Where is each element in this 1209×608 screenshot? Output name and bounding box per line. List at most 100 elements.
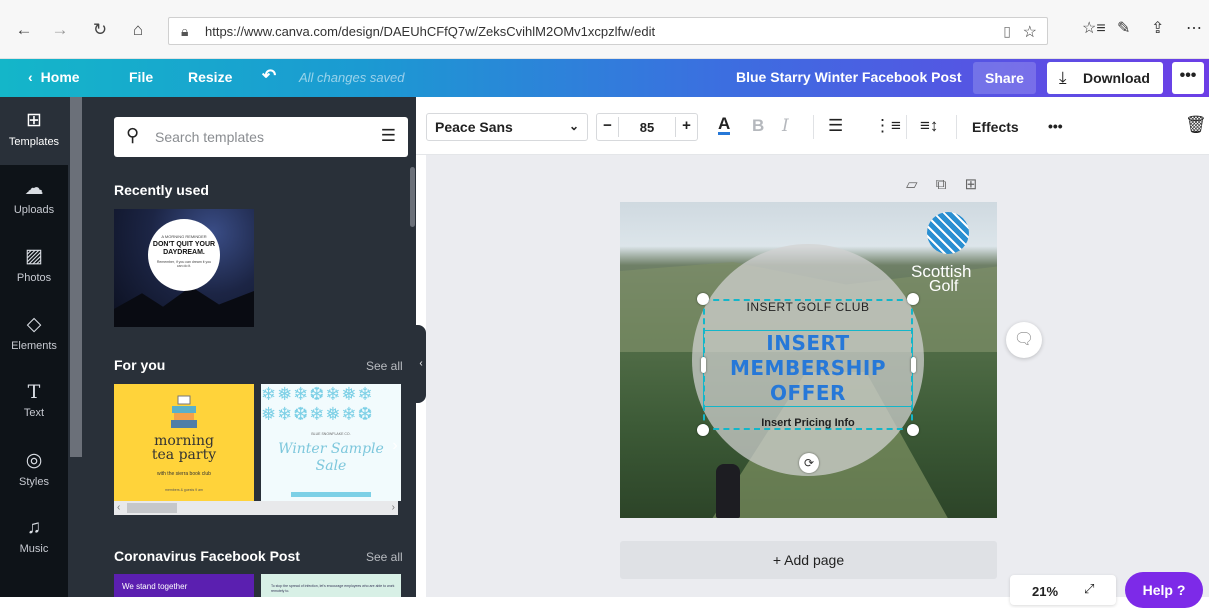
resize-handle-top-left[interactable] <box>697 293 709 305</box>
add-page-button[interactable]: + Add page <box>620 541 997 579</box>
editor-header: ‹ Home File Resize ↶ All changes saved Bl… <box>0 59 1209 97</box>
templates-icon: ⊞ <box>26 110 42 131</box>
font-size-stepper[interactable]: − 85 + <box>596 113 698 141</box>
download-icon: ⤓ <box>1059 68 1067 87</box>
nav-elements[interactable]: ◇ Elements <box>0 301 68 369</box>
page-tools: ▱ ⧉ ⊞ <box>906 175 977 193</box>
search-templates-input[interactable]: ⚲ Search templates ☰ <box>114 117 408 157</box>
forward-arrow-icon[interactable]: → <box>48 18 72 42</box>
template-daydream[interactable]: A MORNING REMINDER DON'T QUIT YOUR DAYDR… <box>114 209 254 327</box>
shapes-icon: ◇ <box>26 314 42 335</box>
add-comment-icon[interactable]: 🗨︎ <box>1006 322 1042 358</box>
text-icon: T <box>27 381 41 403</box>
scroll-thumb[interactable] <box>127 503 177 513</box>
align-center-icon[interactable]: ☰ <box>828 116 843 136</box>
save-status: All changes saved <box>299 70 405 85</box>
rotate-icon[interactable]: ⟳ <box>799 453 819 473</box>
coronavirus-heading: Coronavirus Facebook Post <box>114 548 300 564</box>
more-icon[interactable]: ⋯ <box>1186 18 1202 38</box>
offer-line-1[interactable]: INSERT <box>703 331 913 355</box>
font-family-select[interactable]: Peace Sans ⌄ <box>426 113 588 141</box>
decrease-size-button[interactable]: − <box>597 117 619 137</box>
effects-button[interactable]: Effects <box>972 119 1019 135</box>
recently-used-heading: Recently used <box>114 182 209 198</box>
nav-uploads[interactable]: ☁ Uploads <box>0 165 68 233</box>
see-all-coronavirus[interactable]: See all <box>366 550 403 564</box>
nav-templates[interactable]: ⊞ Templates <box>0 97 68 165</box>
increase-size-button[interactable]: + <box>675 117 697 137</box>
add-page-icon[interactable]: ⊞ <box>965 176 978 193</box>
side-nav-scrollbar[interactable] <box>68 97 84 597</box>
expand-icon[interactable]: ⤢ <box>1084 581 1094 597</box>
file-menu[interactable]: File <box>129 69 153 85</box>
scroll-right-icon[interactable]: › <box>392 501 395 515</box>
resize-handle-left[interactable] <box>701 357 706 373</box>
carousel-scrollbar[interactable]: ‹ › <box>114 501 398 515</box>
zoom-control[interactable]: 21% ⤢ <box>1010 575 1116 605</box>
share-button[interactable]: Share <box>973 62 1036 94</box>
collapse-panel-button[interactable]: ‹ <box>416 325 426 403</box>
resize-handle-top-right[interactable] <box>907 293 919 305</box>
text-color-icon[interactable]: A <box>718 115 731 135</box>
download-button[interactable]: ⤓ Download <box>1047 62 1163 94</box>
nav-text[interactable]: T Text <box>0 369 68 437</box>
filter-icon[interactable]: ☰ <box>381 126 396 146</box>
trash-icon[interactable]: 🗑︎ <box>1185 115 1207 135</box>
snowflake-icon: ❄❅❄❆❄❅❄ ❅❄❆❄❅❄❆ <box>261 384 374 424</box>
address-bar[interactable]: 🔒︎ https://www.canva.com/design/DAEUhCFf… <box>168 17 1048 45</box>
see-all-for-you[interactable]: See all <box>366 359 403 373</box>
pen-icon[interactable]: ✎ <box>1117 18 1130 38</box>
scroll-left-icon[interactable]: ‹ <box>117 501 120 515</box>
pricing-text[interactable]: Insert Pricing Info <box>703 417 913 429</box>
favorites-icon[interactable]: ☆≡ <box>1082 18 1106 38</box>
chevron-left-icon: ‹ <box>28 69 33 85</box>
scroll-thumb[interactable] <box>410 167 415 227</box>
design-title[interactable]: Blue Starry Winter Facebook Post <box>736 69 961 85</box>
browser-toolbar: ← → ↻ ⌂ 🔒︎ https://www.canva.com/design/… <box>0 0 1209 59</box>
note-icon[interactable]: ▱ <box>906 176 918 193</box>
undo-icon[interactable]: ↶ <box>262 66 276 86</box>
template-covid-2[interactable]: To stop the spread of infection, let's e… <box>261 574 401 597</box>
resize-handle-right[interactable] <box>911 357 916 373</box>
nav-photos[interactable]: ▨ Photos <box>0 233 68 301</box>
more-options-button[interactable]: ••• <box>1172 62 1204 94</box>
photo-icon: ▨ <box>25 246 43 267</box>
nav-styles[interactable]: ◎ Styles <box>0 437 68 505</box>
for-you-heading: For you <box>114 357 166 373</box>
template-winter-sale[interactable]: ❄❅❄❆❄❅❄ ❅❄❆❄❅❄❆ BLUE SNOWFLAKE CO. Winter… <box>261 384 401 501</box>
template-morning-tea[interactable]: morning tea party with the sierra book cl… <box>114 384 254 501</box>
reading-view-icon[interactable]: ▯ <box>1003 23 1011 40</box>
resize-handle-bottom-right[interactable] <box>907 424 919 436</box>
template-covid-1[interactable]: We stand together <box>114 574 254 597</box>
side-nav: ⊞ Templates ☁ Uploads ▨ Photos ◇ Element… <box>0 97 68 597</box>
url-text: https://www.canva.com/design/DAEUhCFfQ7w… <box>205 24 656 39</box>
share-icon[interactable]: ⇪ <box>1151 18 1164 38</box>
resize-handle-bottom-left[interactable] <box>697 424 709 436</box>
offer-line-2[interactable]: MEMBERSHIP <box>703 356 913 380</box>
font-size-value[interactable]: 85 <box>619 120 675 135</box>
golfer-image <box>716 464 740 518</box>
nav-music[interactable]: ♫ Music <box>0 505 68 573</box>
templates-panel: ⚲ Search templates ☰ Recently used A MOR… <box>84 97 412 597</box>
italic-icon[interactable]: I <box>782 116 789 136</box>
spacing-icon[interactable]: ≡↕ <box>920 116 938 136</box>
golf-club-text[interactable]: INSERT GOLF CLUB <box>703 300 913 314</box>
bold-icon[interactable]: B <box>752 116 764 136</box>
star-icon[interactable]: ☆ <box>1023 22 1037 42</box>
logo-text-golf[interactable]: Golf <box>929 278 958 296</box>
list-icon[interactable]: ⋮≡ <box>874 116 901 136</box>
home-icon[interactable]: ⌂ <box>126 18 150 42</box>
chevron-right-icon[interactable]: › <box>384 435 406 457</box>
help-button[interactable]: Help ? <box>1125 572 1203 608</box>
home-button[interactable]: ‹ Home <box>28 69 80 85</box>
back-arrow-icon[interactable]: ← <box>12 18 36 42</box>
golf-ball-logo-icon[interactable] <box>927 212 969 254</box>
books-icon <box>171 395 197 428</box>
search-icon: ⚲ <box>126 125 140 145</box>
resize-button[interactable]: Resize <box>188 69 232 85</box>
scroll-thumb[interactable] <box>70 97 82 457</box>
offer-line-3[interactable]: OFFER <box>703 381 913 405</box>
refresh-icon[interactable]: ↻ <box>88 18 112 42</box>
more-tools-button[interactable]: ••• <box>1048 118 1063 134</box>
duplicate-page-icon[interactable]: ⧉ <box>936 176 947 193</box>
